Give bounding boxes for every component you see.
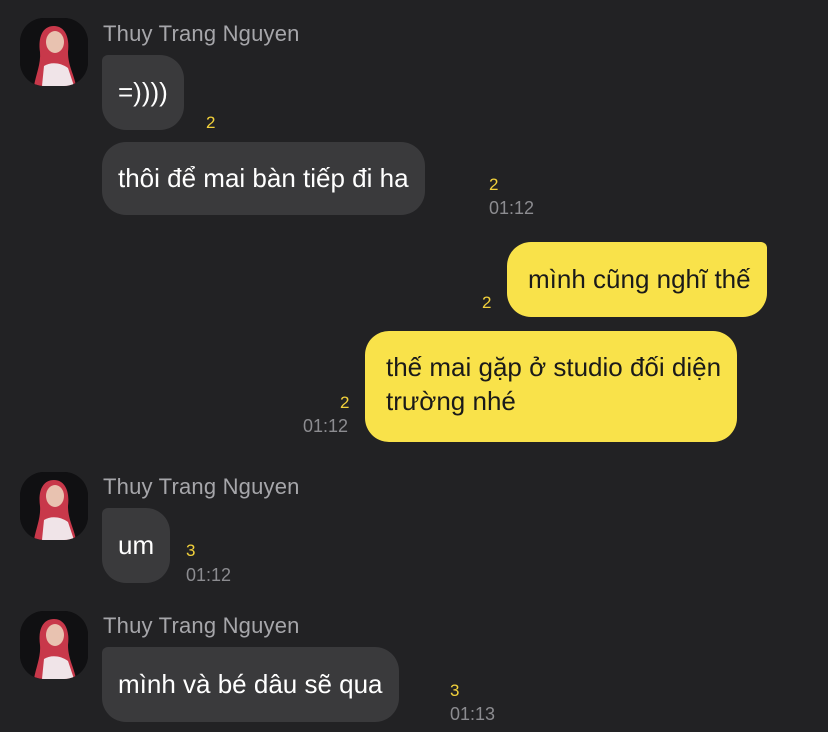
unread-count: 3 xyxy=(450,681,460,700)
message-bubble[interactable]: thôi để mai bàn tiếp đi ha xyxy=(102,142,425,215)
profile-photo-avatar xyxy=(20,472,88,540)
message-bubble[interactable]: =)))) xyxy=(102,55,184,130)
unread-count: 2 xyxy=(340,393,350,412)
avatar[interactable] xyxy=(20,472,88,540)
message-text: um xyxy=(118,530,155,560)
profile-photo-avatar xyxy=(20,611,88,679)
message-time: 01:12 xyxy=(303,416,349,436)
unread-count: 2 xyxy=(482,293,492,312)
message-text: mình cũng nghĩ thế xyxy=(528,264,751,294)
unread-count: 2 xyxy=(206,113,216,132)
sender-name: Thuy Trang Nguyen xyxy=(103,613,300,638)
message-time: 01:12 xyxy=(489,198,535,218)
avatar[interactable] xyxy=(20,611,88,679)
message-bubble[interactable]: mình và bé dâu sẽ qua xyxy=(102,647,399,722)
message-text: mình và bé dâu sẽ qua xyxy=(118,669,383,699)
message-text-line: trường nhé xyxy=(386,386,516,416)
avatar[interactable] xyxy=(20,18,88,86)
unread-count: 2 xyxy=(489,175,499,194)
sender-name: Thuy Trang Nguyen xyxy=(103,474,300,499)
profile-photo-avatar xyxy=(20,18,88,86)
sender-name: Thuy Trang Nguyen xyxy=(103,21,300,46)
message-time: 01:12 xyxy=(186,565,232,585)
message-bubble[interactable]: um xyxy=(102,508,171,583)
message-time: 01:13 xyxy=(450,704,496,724)
message-text: thôi để mai bàn tiếp đi ha xyxy=(118,163,409,193)
message-text: =)))) xyxy=(118,77,168,107)
message-bubble[interactable]: thế mai gặp ở studio đối diện trường nhé xyxy=(365,331,738,442)
message-bubble[interactable]: mình cũng nghĩ thế xyxy=(507,242,767,317)
message-text-line: thế mai gặp ở studio đối diện xyxy=(386,352,722,382)
unread-count: 3 xyxy=(186,541,196,560)
